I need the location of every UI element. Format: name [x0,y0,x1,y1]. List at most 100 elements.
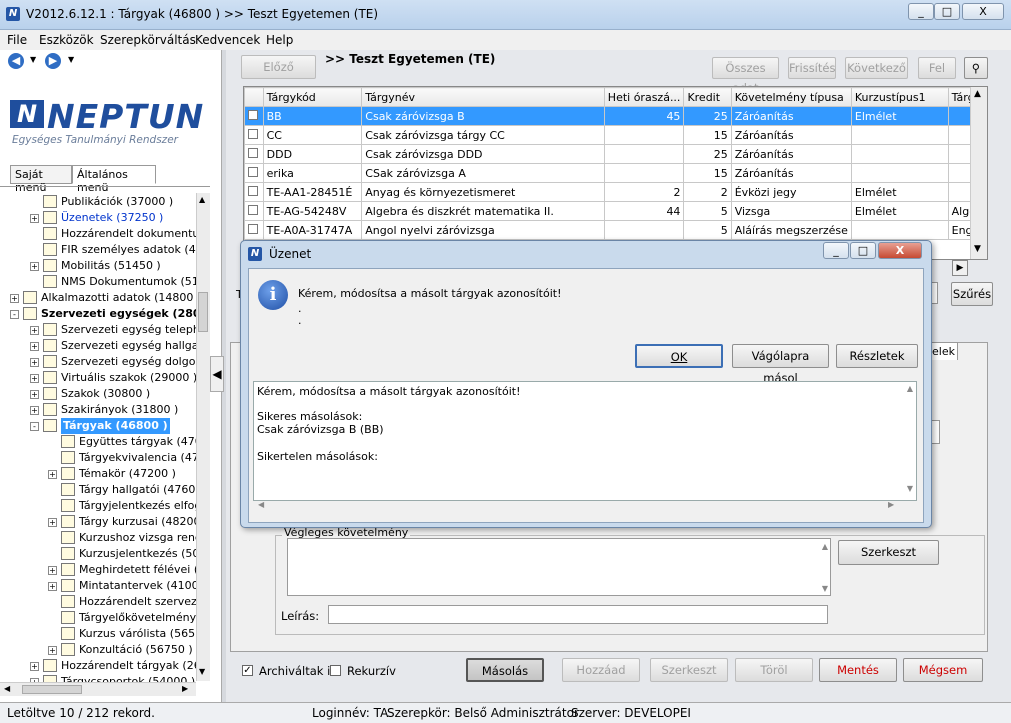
details-scroll-down-icon[interactable]: ▼ [907,484,913,493]
menu-role-switch[interactable]: Szerepkörváltás [100,33,196,47]
menu-favorites[interactable]: Kedvencek [195,33,260,47]
edit-requirement-button[interactable]: Szerkeszt [838,540,939,565]
dialog-close-button[interactable]: X [878,242,922,259]
expand-icon[interactable]: + [10,294,19,303]
cancel-button[interactable]: Mégsem [903,658,983,682]
forward-dropdown-icon[interactable]: ▼ [68,55,74,64]
column-header[interactable]: Tárgykód [262,87,363,107]
expand-icon[interactable]: + [30,326,39,335]
tree-item[interactable]: - Tárgyak (46800 ) [0,418,196,434]
recursive-checkbox[interactable] [330,665,341,676]
pin-icon[interactable]: ⚲ [964,57,988,79]
column-header[interactable]: Követelmény típusa [730,87,852,107]
grid-scroll-down-icon[interactable]: ▼ [974,244,981,254]
details-button[interactable]: Részletek [836,344,918,368]
tree-item[interactable]: NMS Dokumentumok (51900 [0,274,210,290]
tree-item[interactable]: Hozzárendelt dokumentumok [0,226,210,242]
tree-item[interactable]: Tárgy hallgatói (47600 ) [0,482,210,498]
scroll-right-icon[interactable]: ▶ [182,684,188,693]
row-checkbox[interactable] [248,109,258,120]
tab-general-menu[interactable]: Általános menü [72,165,156,194]
scroll-down-icon[interactable]: ▼ [199,667,205,676]
table-row[interactable]: TE-AA1-28451É Anyag és környezetismeret 2 2… [244,182,987,202]
tree-item[interactable]: + Virtuális szakok (29000 ) [0,370,197,386]
tree-item[interactable]: Tárgyelőkövetelmény (5 [0,610,210,626]
tree-item[interactable]: + Szervezeti egység dolgozói [0,354,210,370]
tree-item[interactable]: + Hozzárendelt tárgyak (2650 [0,658,210,674]
tree-item[interactable]: Kurzushoz vizsga rendelés [0,530,210,546]
ok-button[interactable]: OK [635,344,723,368]
collapse-icon[interactable]: - [30,422,39,431]
row-checkbox-cell[interactable] [244,106,264,126]
expand-icon[interactable]: + [30,662,39,671]
tree-item[interactable]: + Szakirányok (31800 ) [0,402,196,418]
expand-icon[interactable]: + [30,358,39,367]
expand-icon[interactable]: + [30,342,39,351]
row-checkbox-cell[interactable] [244,125,264,145]
table-row[interactable]: BB Csak záróvizsga B 45 25 Záróanítás Elmélet [244,106,987,126]
row-checkbox[interactable] [248,147,258,158]
details-scroll-right-icon[interactable]: ▶ [888,500,894,509]
textarea-scroll-down-icon[interactable]: ▼ [822,584,828,593]
tree-vertical-scrollbar[interactable]: ▲ ▼ [196,193,210,681]
next-button[interactable]: Következő [845,57,908,79]
tree-item[interactable]: + Mobilitás (51450 ) [0,258,196,274]
back-icon[interactable]: ◀ [8,53,24,69]
tree-item[interactable]: + Szakok (30800 ) [0,386,196,402]
description-input[interactable] [328,605,828,624]
row-checkbox[interactable] [248,185,258,196]
textarea-scroll-up-icon[interactable]: ▲ [822,542,828,551]
details-textbox[interactable]: Kérem, módosítsa a másolt tárgyak azonos… [253,381,917,509]
expand-icon[interactable]: + [48,646,57,655]
copy-to-clipboard-button[interactable]: Vágólapra másol [732,344,829,385]
collapse-panel-icon[interactable]: ◀ [210,356,224,392]
column-header[interactable]: Kurzustípus1 [850,87,949,107]
tree-item[interactable]: + Üzenetek (37250 ) [0,210,196,226]
expand-icon[interactable]: + [30,214,39,223]
menu-tools[interactable]: Eszközök [39,33,94,47]
archived-checkbox[interactable]: ✓ [242,665,253,676]
expand-icon[interactable]: + [48,582,57,591]
tree-item[interactable]: + Szervezeti egység hallgatói [0,338,210,354]
row-checkbox-cell[interactable] [244,220,264,240]
tree-item[interactable]: - Szervezeti egységek (28000 [0,306,210,322]
expand-icon[interactable]: + [48,566,57,575]
scroll-up-icon[interactable]: ▲ [199,195,205,204]
row-checkbox[interactable] [248,204,258,215]
final-requirement-textarea[interactable]: ▲ ▼ [287,538,831,596]
minimize-button[interactable]: _ [908,3,934,20]
row-checkbox[interactable] [248,166,258,177]
tree-item[interactable]: + Alkalmazotti adatok (14800 ) [0,290,201,306]
tab-partial[interactable]: elek [928,342,958,360]
edit-button[interactable]: Szerkeszt [650,658,728,682]
tree-horizontal-scrollbar[interactable]: ◀ ▶ [0,682,196,696]
tree-item[interactable]: Együttes tárgyak (47000 [0,434,210,450]
expand-icon[interactable]: + [30,390,39,399]
details-scroll-left-icon[interactable]: ◀ [258,500,264,509]
tree-scroll-thumb[interactable] [198,292,208,332]
tree-item[interactable]: Tárgyjelentkezés elfogadás [0,498,210,514]
grid-scroll-up-icon[interactable]: ▲ [974,89,981,99]
forward-icon[interactable]: ▶ [45,53,61,69]
row-checkbox[interactable] [248,223,258,234]
maximize-button[interactable]: □ [934,3,960,20]
row-checkbox-cell[interactable] [244,163,264,183]
refresh-button[interactable]: Frissítés [788,57,836,79]
table-row[interactable]: TE-A0A-31747A Angol nyelvi záróvizsga 5 Alá… [244,220,987,240]
table-row[interactable]: CC Csak záróvizsga tárgy CC 15 Záróanítás [244,125,987,145]
prev-button[interactable]: Előző [241,55,316,79]
tree-item[interactable]: + Témakör (47200 ) [0,466,196,482]
tree-item[interactable]: Hozzárendelt szervezeti [0,594,210,610]
grid-scroll-right-icon[interactable]: ▶ [952,260,968,276]
scroll-left-icon[interactable]: ◀ [4,684,10,693]
tree-item[interactable]: + Konzultáció (56750 ) [0,642,196,658]
tree-item[interactable]: +Tárgycsoportok (54000 ) [0,674,196,682]
collapse-icon[interactable]: - [10,310,19,319]
tree-item[interactable]: Tárgyekvivalencia (47100 [0,450,210,466]
row-checkbox-cell[interactable] [244,182,264,202]
tree-hscroll-thumb[interactable] [22,685,82,694]
tree-item[interactable]: Publikációk (37000 ) [0,194,196,210]
add-button[interactable]: Hozzáad [562,658,640,682]
column-header[interactable]: Kredit [683,87,732,107]
filter-button[interactable]: Szűrés [951,282,993,306]
